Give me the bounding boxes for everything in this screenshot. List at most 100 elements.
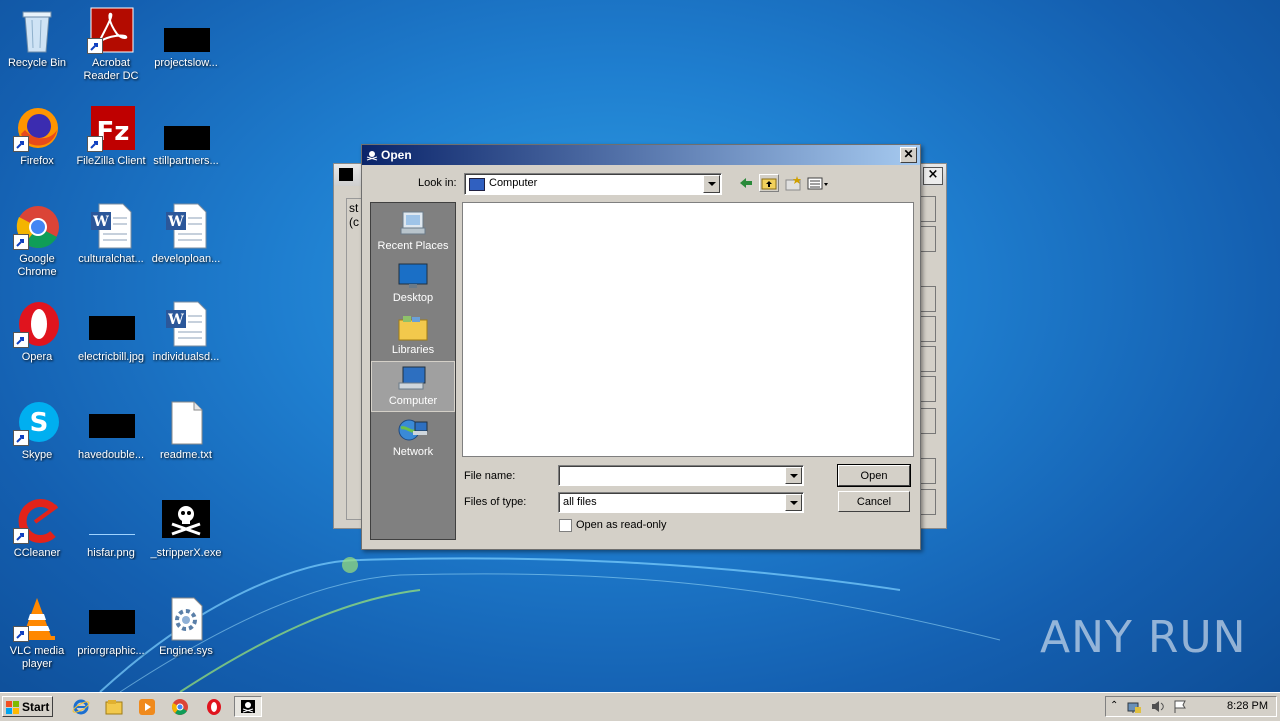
close-icon[interactable]: × [923,167,943,185]
skull-crossbones-icon [162,496,210,544]
taskbar-app-button[interactable] [234,696,262,717]
word-document-icon: W [162,202,210,250]
desktop-icon-label: Engine.sys [159,645,213,657]
desktop-icon-word-doc[interactable]: W developloan... [149,202,223,266]
up-folder-icon[interactable] [759,174,779,192]
open-dialog[interactable]: Open ✕ Look in: Computer Recent Places D… [361,144,921,550]
desktop-icon [397,262,429,290]
desktop-icon-label: developloan... [151,253,221,265]
desktop-icon-engine-sys[interactable]: Engine.sys [149,594,223,658]
close-button[interactable]: ✕ [900,147,917,163]
explorer-folder-icon[interactable] [105,698,123,716]
shortcut-arrow-icon [13,430,29,446]
file-name-field[interactable] [558,465,804,486]
place-recent-places[interactable]: Recent Places [371,207,455,257]
read-only-checkbox[interactable] [559,519,572,532]
desktop-icon-projectslow[interactable]: projectslow... [149,6,223,70]
chrome-icon[interactable] [171,698,189,716]
dialog-title: Open [381,148,412,162]
chrome-icon [13,202,61,250]
view-menu-icon[interactable] [806,174,832,192]
background-button[interactable] [920,286,936,312]
new-folder-icon[interactable] [783,174,803,192]
ccleaner-icon [13,496,61,544]
chevron-down-icon[interactable] [785,494,802,511]
place-computer[interactable]: Computer [371,361,455,412]
start-button[interactable]: Start [2,696,53,717]
back-arrow-icon[interactable] [736,174,756,192]
files-of-type-dropdown[interactable]: all files [558,492,804,513]
windows-flag-icon [6,700,20,714]
desktop-icon-recycle-bin[interactable]: Recycle Bin [0,6,74,70]
desktop-icon-vlc[interactable]: VLC media player [0,594,74,671]
place-libraries[interactable]: Libraries [371,311,455,361]
desktop-icon-label: Google Chrome [17,253,57,278]
desktop-icon-label: culturalchat... [78,253,144,265]
background-button[interactable] [920,489,936,515]
shortcut-arrow-icon [87,136,103,152]
network-globe-icon [397,416,429,444]
place-desktop[interactable]: Desktop [371,259,455,309]
desktop-icon-word-doc[interactable]: W culturalchat... [74,202,148,266]
place-network[interactable]: Network [371,413,455,463]
background-button[interactable] [920,346,936,372]
desktop-icon-acrobat[interactable]: Acrobat Reader DC [74,6,148,83]
svg-text:S: S [30,408,49,438]
desktop-icon-stillpartners[interactable]: stillpartners... [149,104,223,168]
image-thumbnail-icon [87,398,135,446]
shortcut-arrow-icon [87,38,103,54]
shortcut-arrow-icon [13,528,29,544]
clock[interactable]: 8:28 PM [1227,700,1268,712]
computer-icon [469,178,485,191]
background-button[interactable] [920,458,936,484]
volume-icon[interactable] [1150,699,1166,717]
desktop-icon-havedouble[interactable]: havedouble... [74,398,148,462]
skull-crossbones-icon [366,147,378,161]
desktop-icon-firefox[interactable]: Firefox [0,104,74,168]
file-list[interactable] [462,202,914,457]
desktop-icon-hisfar-png[interactable]: hisfar.png [74,496,148,560]
tray-expand-icon[interactable]: ⌃ [1110,700,1118,711]
network-status-icon[interactable] [1126,699,1142,717]
desktop-icon-skype[interactable]: S Skype [0,398,74,462]
start-label: Start [22,700,50,714]
desktop-icon-image-jpg[interactable]: electricbill.jpg [74,300,148,364]
desktop-icon-google-chrome[interactable]: Google Chrome [0,202,74,279]
svg-text:W: W [167,312,184,328]
place-label: Desktop [392,292,434,304]
desktop-icon-label: Opera [21,351,53,363]
image-thumbnail-icon [87,594,135,642]
desktop-icon-label: Recycle Bin [7,57,67,69]
look-in-dropdown[interactable]: Computer [464,173,722,195]
background-button[interactable] [920,376,936,402]
place-label: Computer [388,395,438,407]
background-button[interactable] [920,226,936,252]
taskbar: Start ⌃ 8:28 PM [0,692,1280,721]
desktop-icon-filezilla[interactable]: Fz FileZilla Client [74,104,148,168]
chevron-down-icon[interactable] [703,175,720,193]
internet-explorer-icon[interactable] [72,698,90,716]
background-button[interactable] [920,316,936,342]
background-button[interactable] [920,196,936,222]
desktop-icon-readme[interactable]: readme.txt [149,398,223,462]
desktop-icon-label: projectslow... [154,57,218,69]
desktop-icon-stripperx[interactable]: _stripperX.exe [149,496,223,560]
open-button[interactable]: Open [837,464,911,487]
desktop-icon-label: Acrobat Reader DC [83,57,139,82]
background-button[interactable] [920,408,936,434]
cancel-button[interactable]: Cancel [838,491,910,512]
desktop-icon-opera[interactable]: Opera [0,300,74,364]
desktop-icon-label: individualsd... [152,351,220,363]
desktop-icon-ccleaner[interactable]: CCleaner [0,496,74,560]
dialog-titlebar[interactable]: Open ✕ [362,145,920,165]
desktop-icon-word-doc[interactable]: W individualsd... [149,300,223,364]
action-center-flag-icon[interactable] [1172,699,1188,717]
opera-icon[interactable] [205,698,223,716]
place-label: Libraries [391,344,435,356]
chevron-down-icon[interactable] [785,467,802,484]
firefox-icon [13,104,61,152]
media-player-icon[interactable] [138,698,156,716]
desktop-icon-priorgraphic[interactable]: priorgraphic... [74,594,148,658]
desktop-icon-label: hisfar.png [87,547,135,559]
place-label: Recent Places [377,240,449,252]
